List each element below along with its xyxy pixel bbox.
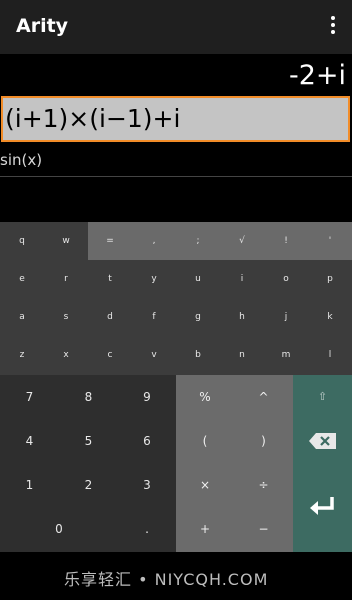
operator-pad: % ^ ( ) × ÷ + − [176,375,293,552]
key-9[interactable]: 9 [118,375,176,419]
key-power[interactable]: ^ [234,375,293,419]
key-o[interactable]: o [264,260,308,298]
key-v[interactable]: v [132,336,176,375]
result-display: -2+i [288,60,346,91]
key-3[interactable]: 3 [118,463,176,507]
key-2[interactable]: 2 [59,463,118,507]
key-7[interactable]: 7 [0,375,59,419]
key-percent[interactable]: % [176,375,234,419]
key-plus[interactable]: + [176,507,234,552]
key-5[interactable]: 5 [59,419,118,463]
key-h[interactable]: h [220,298,264,336]
key-c[interactable]: c [88,336,132,375]
key-comma[interactable]: , [132,222,176,260]
key-e[interactable]: e [0,260,44,298]
alpha-row-2: a s d f g h j k [0,298,352,336]
key-z[interactable]: z [0,336,44,375]
key-apostrophe[interactable]: ' [308,222,352,260]
history-item[interactable]: sin(x) [0,146,352,177]
watermark: 乐享轻汇 • NIYCQH.COM [64,570,269,589]
key-semicolon[interactable]: ; [176,222,220,260]
action-pad: ⇧ [293,375,352,552]
key-m[interactable]: m [264,336,308,375]
key-l[interactable]: l [308,336,352,375]
key-divide[interactable]: ÷ [234,463,293,507]
app-bar: Arity [0,0,352,54]
key-f[interactable]: f [132,298,176,336]
shift-key[interactable]: ⇧ [293,375,352,419]
key-u[interactable]: u [176,260,220,298]
key-t[interactable]: t [88,260,132,298]
key-multiply[interactable]: × [176,463,234,507]
key-y[interactable]: y [132,260,176,298]
key-n[interactable]: n [220,336,264,375]
key-x[interactable]: x [44,336,88,375]
key-s[interactable]: s [44,298,88,336]
key-0[interactable]: 0 [0,507,118,552]
key-6[interactable]: 6 [118,419,176,463]
key-open-paren[interactable]: ( [176,419,234,463]
number-pad: 7 8 9 4 5 6 1 2 3 0 . [0,375,176,552]
key-1[interactable]: 1 [0,463,59,507]
backspace-icon[interactable] [293,419,352,463]
app-title: Arity [16,15,69,37]
key-g[interactable]: g [176,298,220,336]
function-row: q w = , ; √ ! ' [0,222,352,260]
key-factorial[interactable]: ! [264,222,308,260]
history-text: sin(x) [0,151,43,169]
key-sqrt[interactable]: √ [220,222,264,260]
calculator-keyboard: q w = , ; √ ! ' e r t y u i o p a s d f … [0,222,352,552]
key-close-paren[interactable]: ) [234,419,293,463]
key-8[interactable]: 8 [59,375,118,419]
key-j[interactable]: j [264,298,308,336]
key-p[interactable]: p [308,260,352,298]
key-r[interactable]: r [44,260,88,298]
key-q[interactable]: q [0,222,44,260]
key-b[interactable]: b [176,336,220,375]
key-decimal[interactable]: . [118,507,176,552]
key-4[interactable]: 4 [0,419,59,463]
expression-input[interactable]: (i+1)×(i−1)+i [1,96,350,142]
alpha-row-1: e r t y u i o p [0,260,352,298]
key-w[interactable]: w [44,222,88,260]
key-i[interactable]: i [220,260,264,298]
key-equals[interactable]: = [88,222,132,260]
key-k[interactable]: k [308,298,352,336]
alpha-row-3: z x c v b n m l [0,336,352,375]
enter-icon[interactable] [293,463,352,552]
overflow-menu-icon[interactable] [326,14,340,38]
key-minus[interactable]: − [234,507,293,552]
key-d[interactable]: d [88,298,132,336]
key-a[interactable]: a [0,298,44,336]
